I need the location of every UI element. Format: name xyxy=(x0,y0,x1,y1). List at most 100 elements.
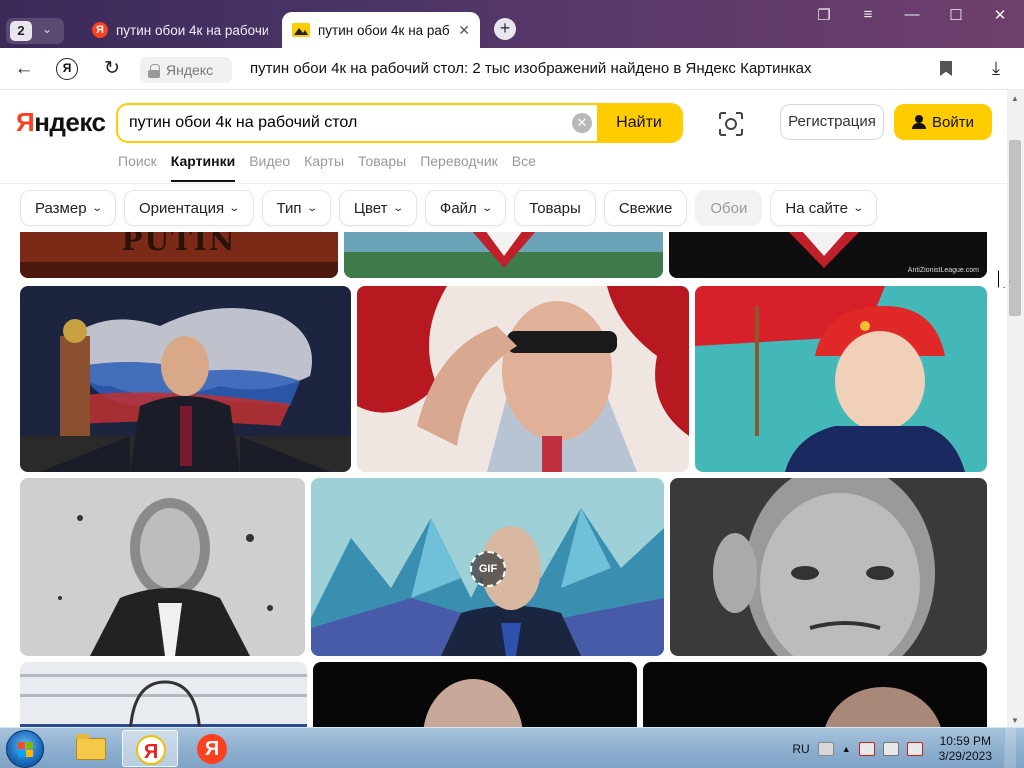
filter-size[interactable]: Размер ⌄ xyxy=(20,190,116,226)
clear-search-icon[interactable]: ✕ xyxy=(572,113,592,133)
chevron-down-icon: ⌄ xyxy=(228,202,241,214)
tab-title: путин обои 4к на рабо xyxy=(318,22,451,38)
download-icon[interactable]: ⤓ xyxy=(992,58,1000,79)
filter-fresh[interactable]: Свежие xyxy=(603,190,688,226)
keyboard-icon[interactable] xyxy=(817,741,834,756)
chevron-down-icon: ⌄ xyxy=(305,202,318,214)
yandex-icon: Я xyxy=(197,734,227,764)
filter-wallpapers[interactable]: Обои xyxy=(695,190,763,226)
scroll-up-icon[interactable]: ▲ xyxy=(1011,94,1019,103)
image-search-camera-icon[interactable] xyxy=(718,111,744,137)
services-nav: Поиск Картинки Видео Карты Товары Перево… xyxy=(118,152,536,182)
taskbar-yandex-browser[interactable]: Я xyxy=(122,730,178,767)
image-result[interactable]: AntiZionistLeague.com xyxy=(669,232,987,278)
image-result[interactable]: PUTIN xyxy=(20,232,338,278)
chevron-down-icon: ⌄ xyxy=(481,202,493,214)
search-box: ✕ Найти xyxy=(116,103,683,143)
bookmarks-panel-icon[interactable]: ❐ xyxy=(812,6,836,24)
image-result[interactable] xyxy=(695,286,987,472)
filter-products[interactable]: Товары xyxy=(514,190,596,226)
image-result[interactable] xyxy=(357,286,689,472)
search-input[interactable] xyxy=(118,105,603,141)
windows-logo-icon xyxy=(18,742,34,758)
tab-counter-button[interactable]: 2 ⌄ xyxy=(6,18,64,44)
yandex-home-icon[interactable]: Я xyxy=(56,58,78,80)
service-products[interactable]: Товары xyxy=(358,152,406,182)
site-name: Яндекс xyxy=(166,62,214,78)
taskbar-yandex[interactable]: Я xyxy=(184,730,240,767)
tab-images-active[interactable]: путин обои 4к на рабо ✕ xyxy=(282,12,480,48)
filter-type[interactable]: Тип ⌄ xyxy=(261,190,331,226)
language-indicator[interactable]: RU xyxy=(792,742,809,756)
back-button[interactable]: ← xyxy=(12,57,36,81)
user-icon xyxy=(912,115,926,129)
filter-orientation[interactable]: Ориентация ⌄ xyxy=(123,190,254,226)
close-window-button[interactable]: ✕ xyxy=(988,6,1012,24)
filter-bar: Размер ⌄ Ориентация ⌄ Тип ⌄ Цвет ⌄ Файл ⌄ Тов… xyxy=(0,184,1007,232)
minimize-button[interactable]: — xyxy=(900,6,924,23)
maximize-button[interactable]: ☐ xyxy=(944,6,968,24)
show-desktop-button[interactable] xyxy=(1004,728,1016,768)
reload-button[interactable]: ↻ xyxy=(100,57,124,81)
new-tab-button[interactable]: + xyxy=(494,18,516,40)
close-tab-icon[interactable]: ✕ xyxy=(458,22,470,39)
find-button[interactable]: Найти xyxy=(597,105,681,141)
image-result[interactable] xyxy=(20,662,307,727)
chevron-down-icon: ⌄ xyxy=(391,202,404,214)
menu-icon[interactable]: ≡ xyxy=(856,6,880,23)
chevron-down-icon: ⌄ xyxy=(42,22,53,36)
service-video[interactable]: Видео xyxy=(249,152,290,182)
taskbar-explorer[interactable] xyxy=(62,730,118,767)
filter-color[interactable]: Цвет ⌄ xyxy=(338,190,417,226)
browser-tab-bar: 2 ⌄ Я путин обои 4к на рабочий путин обо… xyxy=(0,0,1024,48)
service-search[interactable]: Поиск xyxy=(118,152,157,182)
image-result[interactable] xyxy=(20,286,351,472)
address-page-title[interactable]: путин обои 4к на рабочий стол: 2 тыс изо… xyxy=(250,60,811,77)
start-button[interactable] xyxy=(6,730,44,768)
show-hidden-icons-icon[interactable]: ▲ xyxy=(842,744,851,754)
image-result[interactable] xyxy=(313,662,637,727)
image-watermark: AntiZionistLeague.com xyxy=(907,267,979,274)
service-all[interactable]: Все xyxy=(512,152,536,182)
image-results-grid: PUTIN AntiZionistLeague.com GIF xyxy=(0,232,1007,727)
image-result[interactable] xyxy=(670,478,987,656)
service-images[interactable]: Картинки xyxy=(170,152,236,182)
volume-muted-icon[interactable] xyxy=(906,741,923,756)
address-bar: ← Я ↻ Яндекс путин обои 4к на рабочий ст… xyxy=(0,48,1024,90)
image-result[interactable] xyxy=(20,478,305,656)
gif-badge-icon: GIF xyxy=(470,551,506,587)
filter-file[interactable]: Файл ⌄ xyxy=(424,190,507,226)
scroll-down-icon[interactable]: ▼ xyxy=(1011,716,1019,725)
clock[interactable]: 10:59 PM 3/29/2023 xyxy=(939,734,992,764)
register-button[interactable]: Регистрация xyxy=(780,104,884,140)
service-translator[interactable]: Переводчик xyxy=(420,152,498,182)
page-scrollbar[interactable]: ▲ ▼ xyxy=(1007,90,1024,727)
image-result[interactable]: GIF xyxy=(311,478,664,656)
login-button[interactable]: Войти xyxy=(894,104,992,140)
system-tray: RU ▲ 10:59 PM 3/29/2023 xyxy=(792,728,1024,768)
chevron-down-icon: ⌄ xyxy=(852,202,865,214)
yandex-favicon-icon: Я xyxy=(92,22,108,38)
network-icon[interactable] xyxy=(882,741,899,756)
yandex-browser-icon: Я xyxy=(136,735,166,765)
folder-icon xyxy=(76,734,106,760)
login-label: Войти xyxy=(932,113,974,131)
chevron-down-icon: ⌄ xyxy=(90,202,103,214)
image-favicon-icon xyxy=(292,23,310,37)
yandex-header: Яндекс ✕ Найти Регистрация Войти Поиск К… xyxy=(0,90,1007,184)
lock-icon xyxy=(148,63,160,78)
bookmark-icon[interactable] xyxy=(940,61,952,76)
site-identity-chip[interactable]: Яндекс xyxy=(140,57,232,83)
action-center-icon[interactable] xyxy=(858,741,875,756)
image-result[interactable] xyxy=(344,232,663,278)
scroll-thumb[interactable] xyxy=(1009,140,1021,316)
filter-on-site[interactable]: На сайте ⌄ xyxy=(770,190,878,226)
windows-taskbar: Я Я RU ▲ 10:59 PM 3/29/2023 xyxy=(0,727,1024,768)
image-result[interactable] xyxy=(643,662,987,727)
tab-title: путин обои 4к на рабочий xyxy=(116,22,268,38)
tab-yandex[interactable]: Я путин обои 4к на рабочий xyxy=(82,12,278,48)
yandex-logo[interactable]: Яндекс xyxy=(16,107,106,138)
service-maps[interactable]: Карты xyxy=(304,152,344,182)
tab-count: 2 xyxy=(10,21,32,41)
clock-time: 10:59 PM xyxy=(939,733,991,748)
